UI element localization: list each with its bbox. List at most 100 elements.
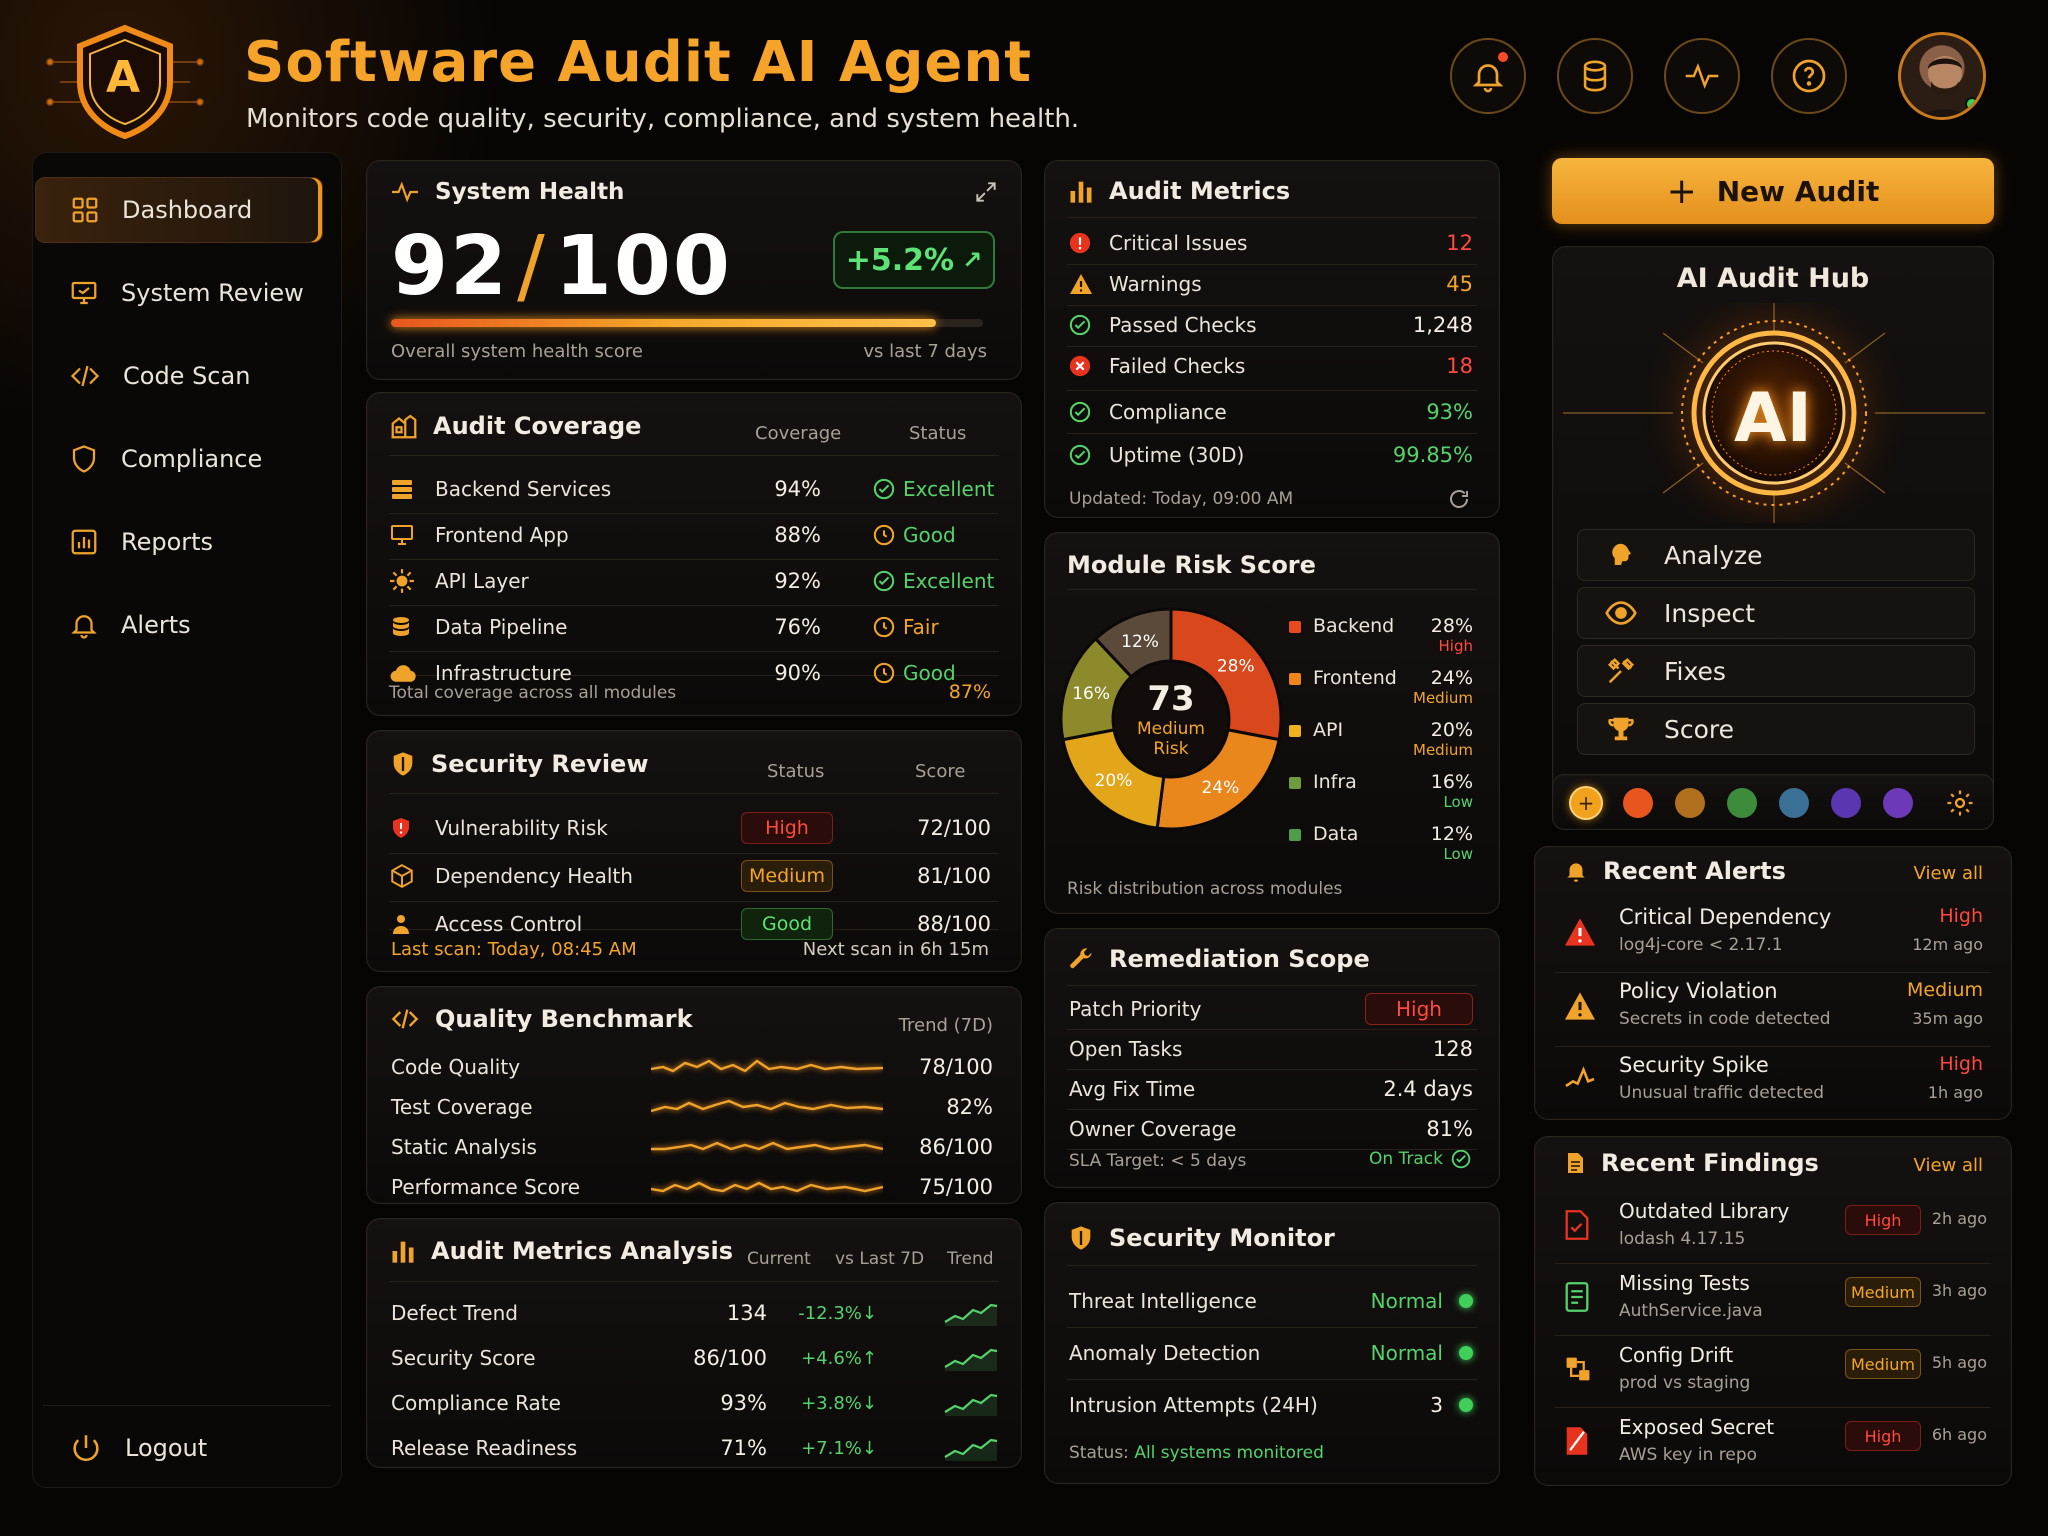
hub-button-label: Inspect — [1664, 598, 1756, 628]
risk-center-value: 73 — [1147, 679, 1195, 719]
activity-button[interactable] — [1664, 38, 1740, 114]
database-button[interactable] — [1557, 38, 1633, 114]
monitor-row[interactable]: Intrusion Attempts (24H) 3 — [1069, 1385, 1473, 1425]
gear-icon[interactable] — [1945, 788, 1975, 818]
expand-icon[interactable] — [973, 179, 999, 205]
security-row[interactable]: Vulnerability Risk High 72/100 — [389, 807, 999, 849]
finding-item[interactable]: Exposed Secret AWS key in repo High 6h ago — [1555, 1409, 1991, 1477]
sidebar-item-reports[interactable]: Reports — [35, 509, 323, 575]
alert-item[interactable]: Security Spike Unusual traffic detected Hi… — [1555, 1047, 1991, 1117]
analysis-row[interactable]: Release Readiness 71% +7.1%↓ — [391, 1428, 999, 1468]
api-icon — [389, 568, 425, 594]
color-swatch[interactable] — [1831, 788, 1861, 818]
remediation-row[interactable]: Patch Priority High — [1069, 991, 1473, 1027]
legend-level: Low — [1443, 793, 1473, 811]
coverage-row[interactable]: Backend Services 94% Excellent — [389, 469, 999, 509]
remediation-row[interactable]: Avg Fix Time 2.4 days — [1069, 1071, 1473, 1107]
finding-item[interactable]: Outdated Library lodash 4.17.15 High 2h ago — [1555, 1193, 1991, 1264]
sidebar-item-dashboard[interactable]: Dashboard — [35, 177, 323, 243]
panel-title: Quality Benchmark — [435, 1005, 693, 1033]
trend-sparkline — [649, 1057, 885, 1077]
metric-row[interactable]: Warnings 45 — [1069, 266, 1473, 302]
help-button[interactable] — [1771, 38, 1847, 114]
risk-legend-item[interactable]: Backend 28% High — [1289, 611, 1479, 657]
alert-level: High — [1939, 1053, 1983, 1075]
alert-item[interactable]: Critical Dependency log4j-core < 2.17.1 Hi… — [1555, 899, 1991, 973]
analysis-row[interactable]: Compliance Rate 93% +3.8%↓ — [391, 1383, 999, 1423]
spike-icon — [1563, 1065, 1597, 1093]
monitor-row[interactable]: Threat Intelligence Normal — [1069, 1281, 1473, 1321]
new-audit-button[interactable]: + New Audit — [1552, 158, 1994, 224]
status-dot — [1459, 1346, 1473, 1360]
security-row[interactable]: Dependency Health Medium 81/100 — [389, 855, 999, 897]
row-divider — [1555, 1407, 1991, 1408]
hub-button-score[interactable]: Score — [1577, 703, 1975, 755]
color-swatch[interactable] — [1727, 788, 1757, 818]
sidebar-item-compliance[interactable]: Compliance — [35, 426, 323, 492]
coverage-row[interactable]: Frontend App 88% Good — [389, 515, 999, 555]
color-swatch[interactable] — [1623, 788, 1653, 818]
color-swatch[interactable]: + — [1571, 788, 1601, 818]
legend-name: API — [1313, 719, 1344, 741]
risk-legend-item[interactable]: API 20% Medium — [1289, 715, 1479, 761]
metric-row[interactable]: Passed Checks 1,248 — [1069, 307, 1473, 343]
finding-item[interactable]: Missing Tests AuthService.java Medium 3h ag… — [1555, 1265, 1991, 1336]
alert-level: Medium — [1907, 979, 1983, 1001]
alerts-view-all-link[interactable]: View all — [1914, 863, 1983, 884]
analysis-row[interactable]: Defect Trend 134 -12.3%↓ — [391, 1293, 999, 1333]
metric-value: 1,248 — [1412, 313, 1473, 337]
color-swatch[interactable] — [1883, 788, 1913, 818]
analysis-row[interactable]: Security Score 86/100 +4.6%↑ — [391, 1338, 999, 1378]
color-swatch[interactable] — [1779, 788, 1809, 818]
security-row[interactable]: Access Control Good 88/100 — [389, 903, 999, 945]
coverage-row[interactable]: API Layer 92% Excellent — [389, 561, 999, 601]
quality-row[interactable]: Code Quality 78/100 — [391, 1049, 999, 1085]
coverage-row[interactable]: Data Pipeline 76% Fair — [389, 607, 999, 647]
analysis-change: +7.1%↓ — [801, 1437, 877, 1459]
remediation-row[interactable]: Owner Coverage 81% — [1069, 1111, 1473, 1147]
quality-row[interactable]: Performance Score 75/100 — [391, 1169, 999, 1205]
coverage-value: 90% — [774, 661, 821, 685]
monitor-row[interactable]: Anomaly Detection Normal — [1069, 1333, 1473, 1373]
score-max: 100 — [554, 219, 732, 314]
quality-row[interactable]: Test Coverage 82% — [391, 1089, 999, 1125]
monitor-status-value: All systems monitored — [1134, 1443, 1324, 1463]
avatar[interactable] — [1898, 32, 1986, 120]
change-value: +5.2% — [845, 242, 955, 278]
risk-legend-item[interactable]: Infra 16% Low — [1289, 767, 1479, 813]
quality-row[interactable]: Static Analysis 86/100 — [391, 1129, 999, 1165]
coverage-row[interactable]: Infrastructure 90% Good — [389, 653, 999, 693]
metric-row[interactable]: Uptime (30D) 99.85% — [1069, 437, 1473, 473]
metric-row[interactable]: Compliance 93% — [1069, 394, 1473, 430]
metric-row[interactable]: Critical Issues 12 — [1069, 225, 1473, 261]
legend-level: Low — [1443, 845, 1473, 863]
risk-legend-item[interactable]: Frontend 24% Medium — [1289, 663, 1479, 709]
sidebar-item-label: Reports — [121, 528, 214, 556]
user-lock-icon — [389, 911, 425, 937]
metric-row[interactable]: Failed Checks 18 — [1069, 348, 1473, 384]
notifications-button[interactable] — [1450, 38, 1526, 114]
hub-button-fixes[interactable]: Fixes — [1577, 645, 1975, 697]
sidebar-item-label: Dashboard — [122, 196, 253, 224]
column-header-coverage: Coverage — [755, 423, 842, 444]
finding-item[interactable]: Config Drift prod vs staging Medium 5h ago — [1555, 1337, 1991, 1408]
config-drift-icon — [1563, 1353, 1593, 1385]
monitor-value: Normal — [1370, 1289, 1443, 1313]
color-swatch[interactable] — [1675, 788, 1705, 818]
finding-title: Exposed Secret — [1619, 1415, 1775, 1439]
sidebar-item-code-scan[interactable]: Code Scan — [35, 343, 323, 409]
alert-item[interactable]: Policy Violation Secrets in code detected… — [1555, 973, 1991, 1047]
logout-button[interactable]: Logout — [35, 1415, 323, 1481]
column-header-score: Score — [915, 761, 966, 782]
hub-button-inspect[interactable]: Inspect — [1577, 587, 1975, 639]
monitor-name: Threat Intelligence — [1069, 1289, 1257, 1313]
hub-button-analyze[interactable]: Analyze — [1577, 529, 1975, 581]
security-score: 81/100 — [917, 864, 991, 888]
remediation-row[interactable]: Open Tasks 128 — [1069, 1031, 1473, 1067]
findings-view-all-link[interactable]: View all — [1914, 1155, 1983, 1176]
sidebar-item-system-review[interactable]: System Review — [35, 260, 323, 326]
refresh-icon[interactable] — [1447, 487, 1471, 511]
row-divider — [1067, 1029, 1477, 1030]
risk-legend-item[interactable]: Data 12% Low — [1289, 819, 1479, 865]
sidebar-item-alerts[interactable]: Alerts — [35, 592, 323, 658]
